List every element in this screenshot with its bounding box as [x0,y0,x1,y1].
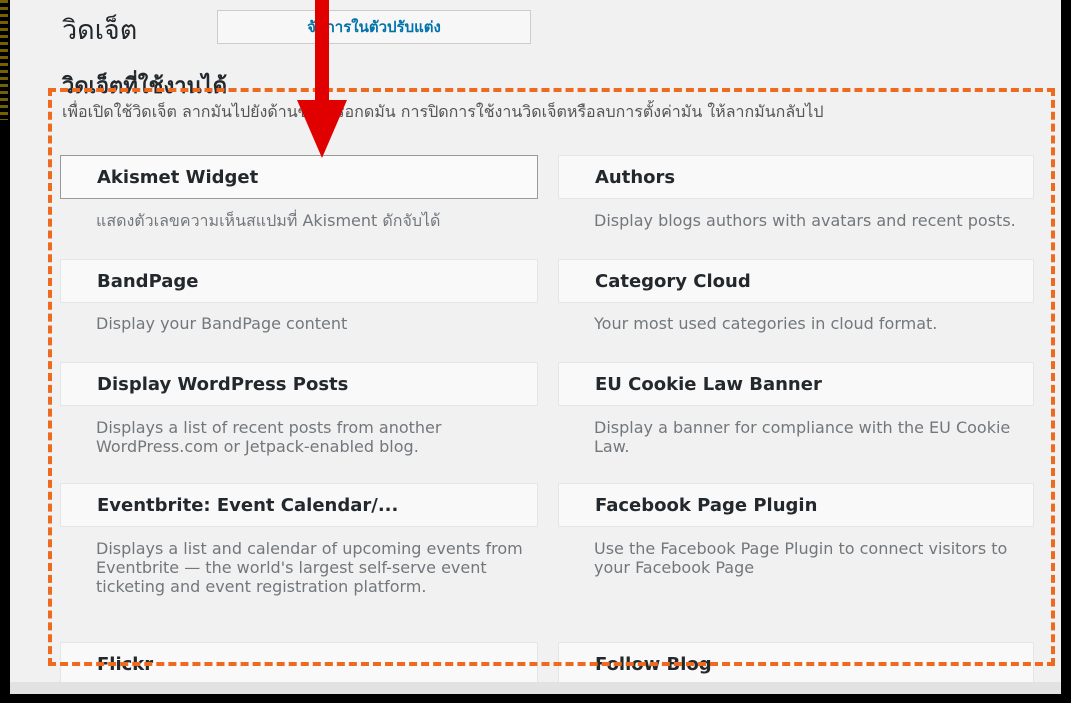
widget-eventbrite-desc: Displays a list and calendar of upcoming… [96,539,523,596]
widget-bandpage[interactable]: BandPage [60,259,538,303]
bottom-strip [10,682,1061,694]
page-title: วิดเจ็ต [62,15,138,46]
widget-category-cloud-desc: Your most used categories in cloud forma… [594,314,938,333]
widget-akismet[interactable]: Akismet Widget [60,155,538,199]
widget-authors[interactable]: Authors [558,155,1034,199]
widget-follow-blog[interactable]: Follow Blog [558,642,1034,682]
widget-bandpage-desc: Display your BandPage content [96,314,348,333]
widgets-screen: วิดเจ็ต จัดการในตัวปรับแต่ง วิดเจ็ตที่ใช… [10,0,1061,682]
available-widgets-description: เพื่อเปิดใช้วิดเจ็ต ลากมันไปยังด้านข้างห… [62,102,824,121]
widget-authors-desc: Display blogs authors with avatars and r… [594,211,1016,230]
widget-akismet-desc: แสดงตัวเลขความเห็นสแปมที่ Akisment ดักจั… [96,211,441,230]
decorative-edge [0,0,8,120]
widget-display-wordpress-posts[interactable]: Display WordPress Posts [60,362,538,406]
widget-flickr[interactable]: Flickr [60,642,538,682]
widget-category-cloud[interactable]: Category Cloud [558,259,1034,303]
available-widgets-heading: วิดเจ็ตที่ใช้งานได้ [62,74,227,99]
widget-eu-cookie-law-desc: Display a banner for compliance with the… [594,418,1011,456]
manage-in-customizer-button[interactable]: จัดการในตัวปรับแต่ง [217,10,531,44]
widget-eventbrite[interactable]: Eventbrite: Event Calendar/... [60,483,538,527]
widget-facebook-page-plugin[interactable]: Facebook Page Plugin [558,483,1034,527]
widget-eu-cookie-law[interactable]: EU Cookie Law Banner [558,362,1034,406]
widget-facebook-page-plugin-desc: Use the Facebook Page Plugin to connect … [594,539,1008,577]
widget-display-wordpress-posts-desc: Displays a list of recent posts from ano… [96,418,442,456]
